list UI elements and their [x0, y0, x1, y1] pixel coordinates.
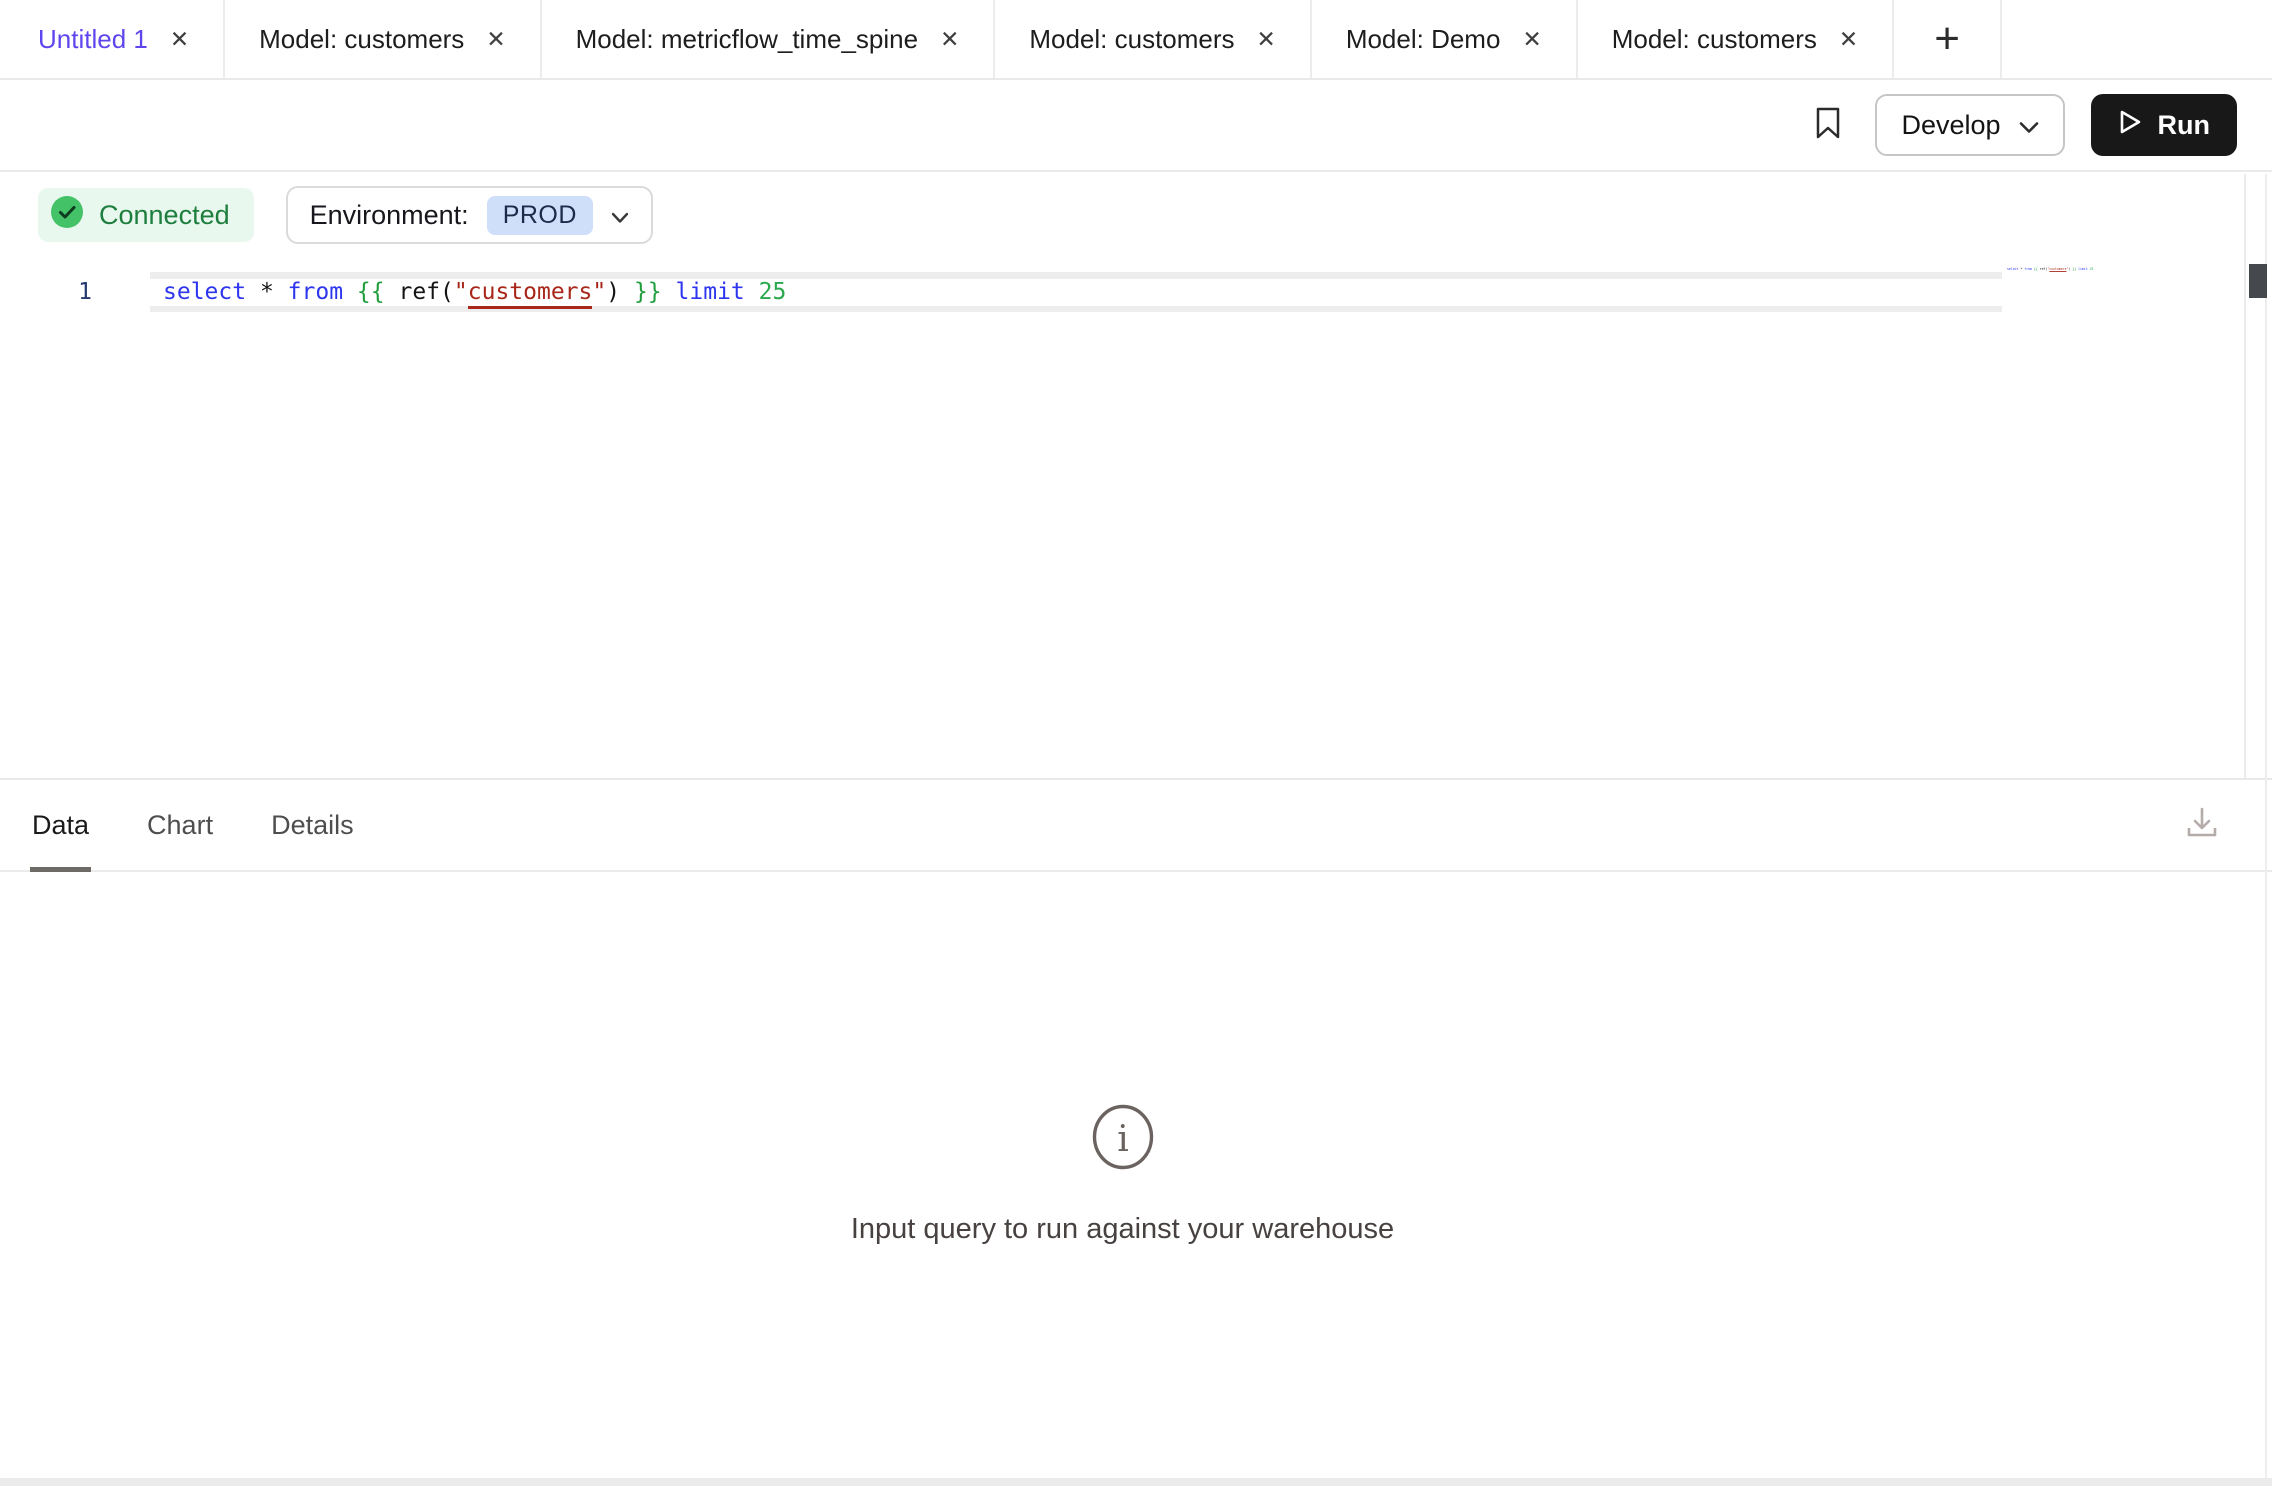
tab-data[interactable]: Data [32, 780, 89, 870]
close-icon[interactable]: ✕ [940, 28, 959, 51]
tab-model-customers-2[interactable]: Model: customers ✕ [995, 0, 1311, 78]
tab-label: Model: customers [1612, 24, 1817, 55]
tab-model-customers-1[interactable]: Model: customers ✕ [225, 0, 541, 78]
dbt-studio-window: Untitled 1 ✕ Model: customers ✕ Model: m… [0, 0, 2272, 1486]
results-empty-state: i Input query to run against your wareho… [0, 872, 2245, 1478]
tab-label: Model: metricflow_time_spine [576, 24, 918, 55]
active-line-highlight: select * from {{ ref("customers") }} lim… [150, 272, 2002, 312]
run-button[interactable]: Run [2091, 94, 2237, 156]
close-icon[interactable]: ✕ [170, 28, 189, 51]
tab-bar: Untitled 1 ✕ Model: customers ✕ Model: m… [0, 0, 2272, 80]
run-button-label: Run [2158, 110, 2210, 141]
tab-label: Model: customers [1029, 24, 1234, 55]
download-icon [2182, 803, 2222, 848]
sql-editor[interactable]: 1 select * from {{ ref("customers") }} l… [0, 258, 2272, 778]
minimap-code-line: select * from {{ ref("customers") }} lim… [2007, 267, 2093, 271]
tab-model-metricflow-time-spine[interactable]: Model: metricflow_time_spine ✕ [542, 0, 996, 78]
editor-minimap: select * from {{ ref("customers") }} lim… [2007, 264, 2245, 284]
scrollbar-thumb[interactable] [2249, 264, 2267, 298]
bookmark-icon [1815, 106, 1841, 145]
info-icon: i [1091, 1104, 1155, 1175]
connection-status-label: Connected [99, 200, 230, 231]
close-icon[interactable]: ✕ [1257, 28, 1276, 51]
close-icon[interactable]: ✕ [1522, 28, 1541, 51]
tab-chart[interactable]: Chart [147, 780, 213, 870]
environment-value-pill: PROD [487, 196, 593, 235]
develop-button[interactable]: Develop [1875, 94, 2064, 156]
status-bar: Connected Environment: PROD [0, 172, 2272, 258]
bookmark-button[interactable] [1815, 106, 1841, 145]
download-button[interactable] [2182, 803, 2222, 848]
empty-state-message: Input query to run against your warehous… [851, 1213, 1394, 1246]
close-icon[interactable]: ✕ [1839, 28, 1858, 51]
window-right-border [2265, 174, 2267, 1478]
chevron-down-icon [2019, 110, 2039, 141]
chevron-down-icon [611, 200, 629, 231]
tab-untitled-1[interactable]: Untitled 1 ✕ [0, 0, 225, 78]
tab-model-customers-3[interactable]: Model: customers ✕ [1578, 0, 1894, 78]
close-icon[interactable]: ✕ [486, 28, 505, 51]
environment-selector[interactable]: Environment: PROD [286, 186, 653, 244]
check-circle-icon [50, 195, 84, 236]
toolbar: Develop Run [0, 80, 2272, 172]
bottom-border [0, 1478, 2272, 1486]
tab-label: Model: customers [259, 24, 464, 55]
develop-button-label: Develop [1901, 110, 2000, 141]
results-tab-bar: Data Chart Details [0, 780, 2272, 872]
play-icon [2118, 109, 2142, 142]
tab-label: Untitled 1 [38, 24, 148, 55]
connection-status-badge: Connected [38, 188, 254, 242]
editor-active-line[interactable]: 1 select * from {{ ref("customers") }} l… [0, 272, 2272, 312]
tab-details[interactable]: Details [271, 780, 354, 870]
environment-label: Environment: [310, 200, 469, 231]
svg-text:i: i [1117, 1119, 1129, 1160]
editor-right-border [2244, 174, 2246, 778]
code-line[interactable]: select * from {{ ref("customers") }} lim… [150, 279, 2002, 306]
new-tab-button[interactable]: + [1894, 0, 2002, 78]
line-number: 1 [0, 272, 150, 312]
tab-model-demo[interactable]: Model: Demo ✕ [1312, 0, 1578, 78]
tab-label: Model: Demo [1346, 24, 1501, 55]
